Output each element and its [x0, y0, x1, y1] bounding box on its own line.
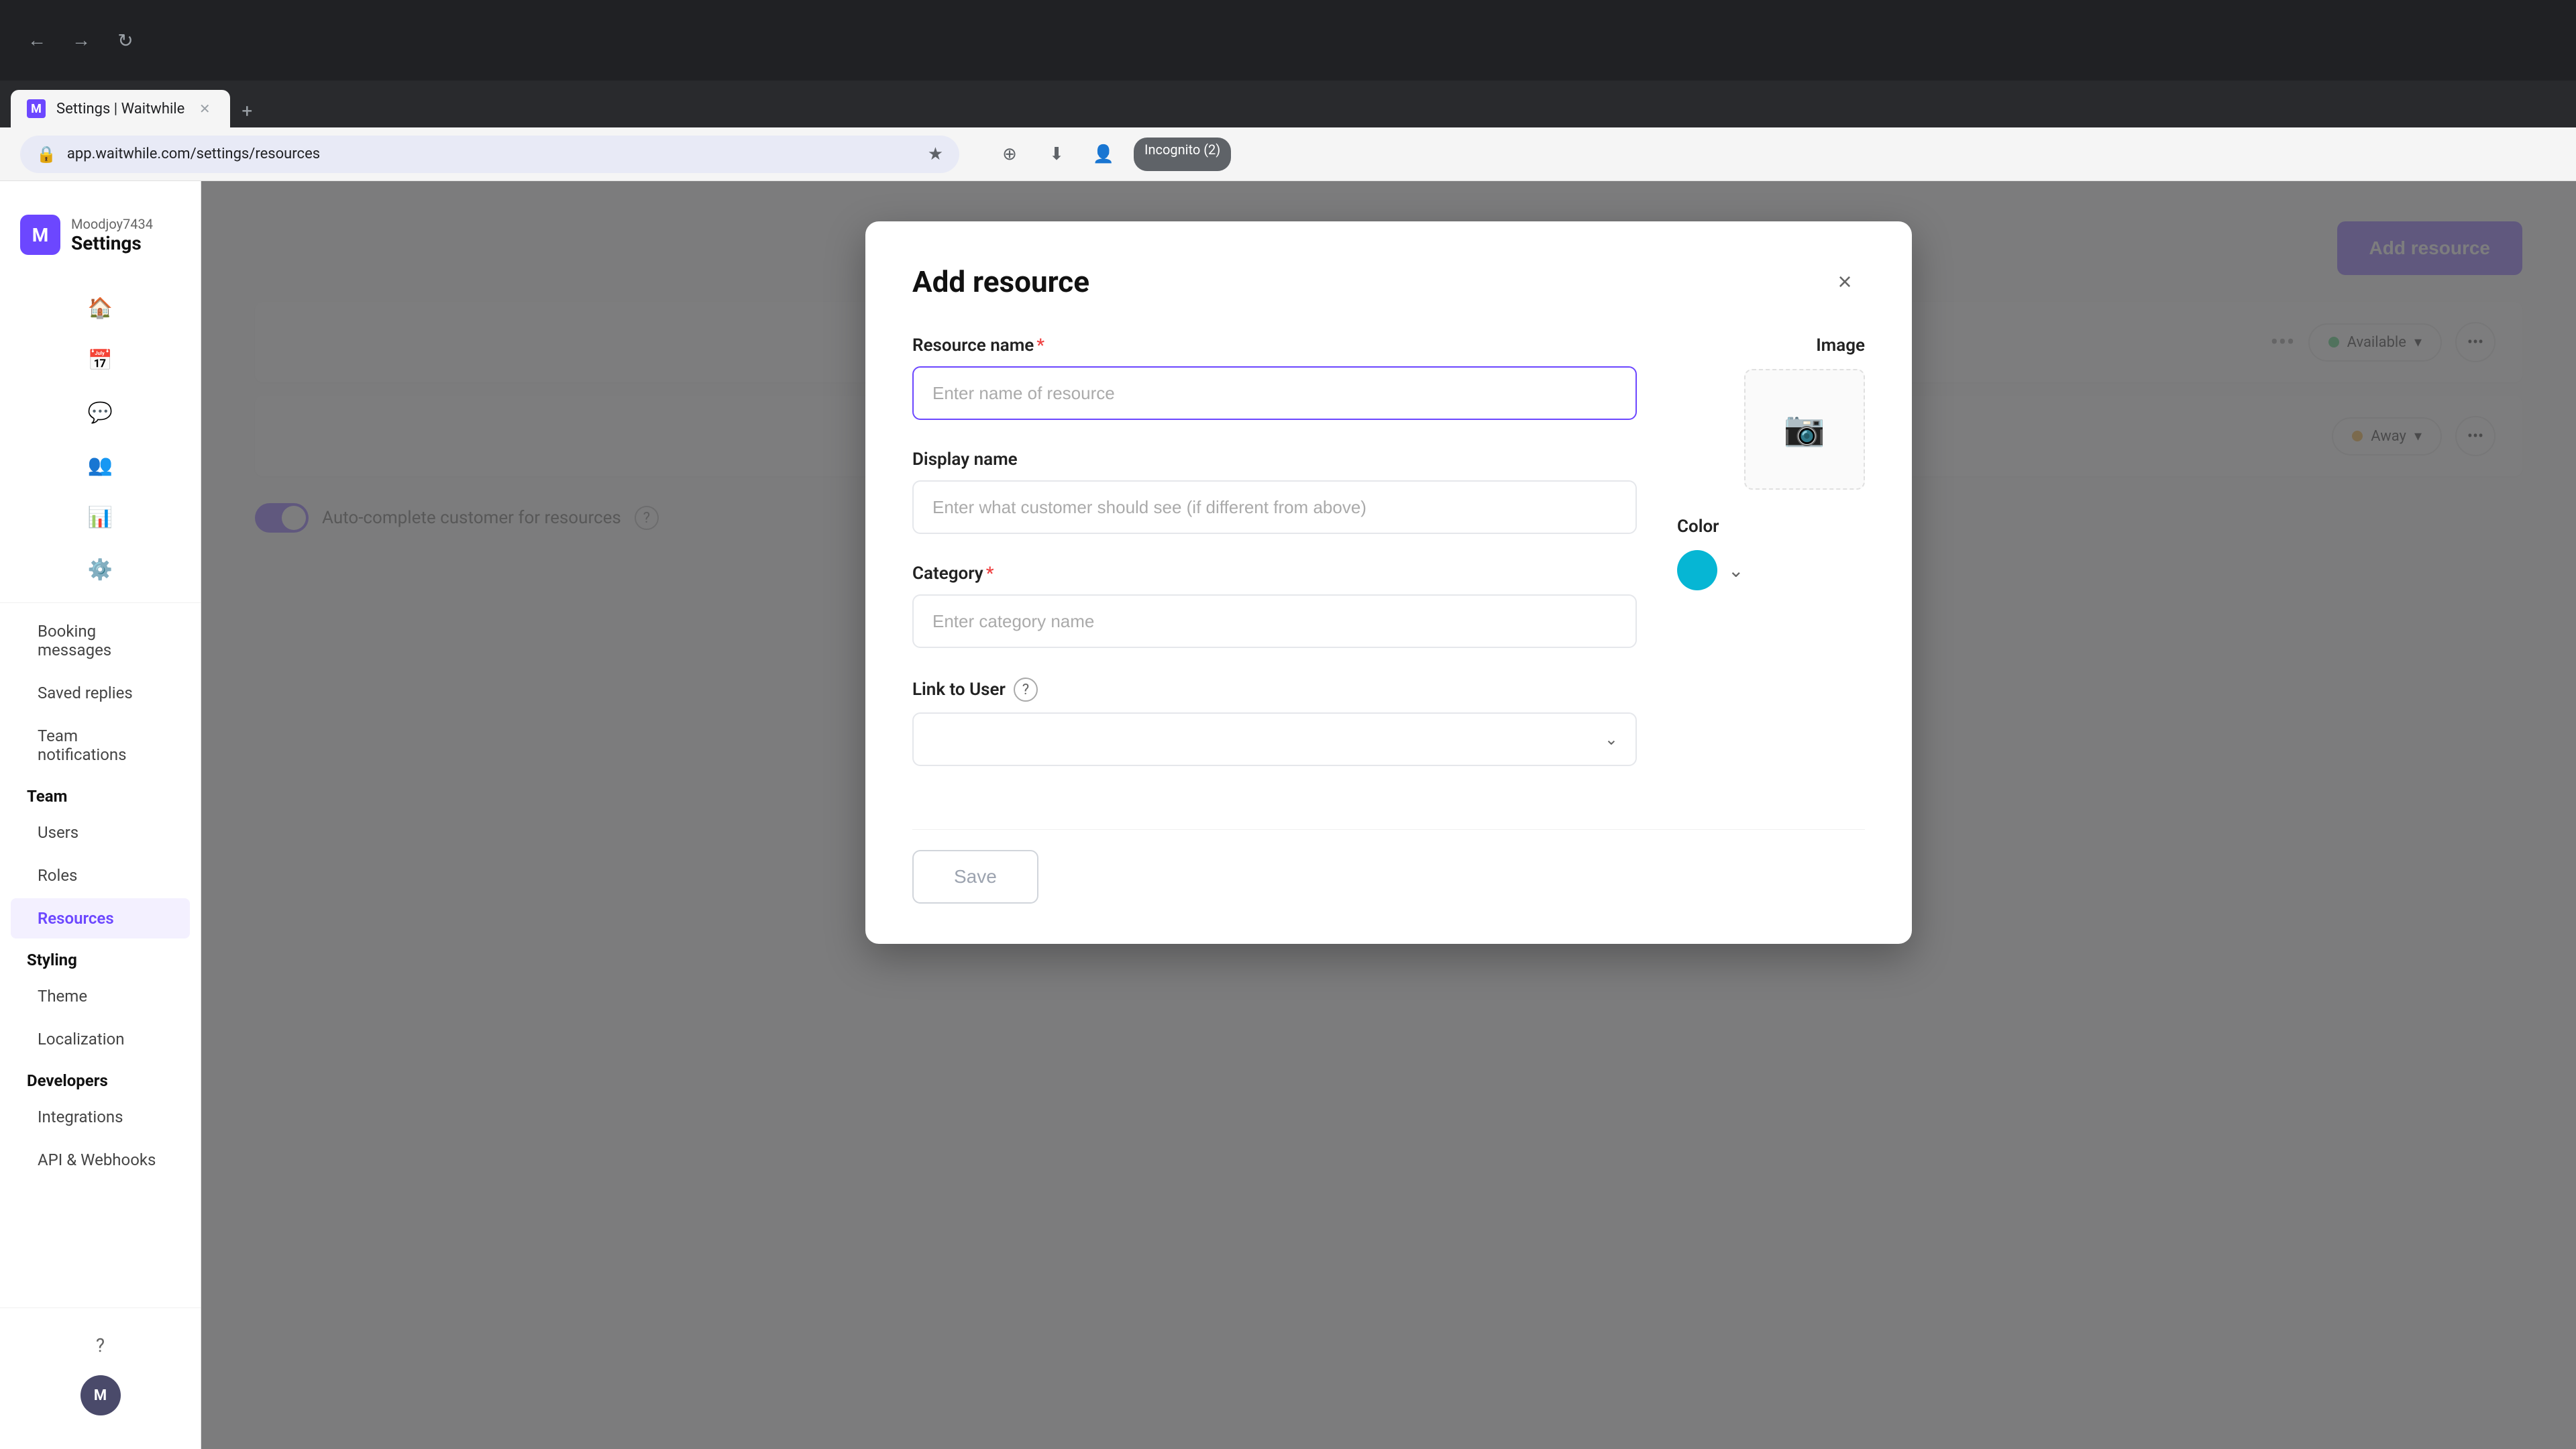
modal-body: Resource name* Display name Ca: [912, 335, 1865, 796]
sidebar-users-icon[interactable]: 👥: [77, 441, 124, 488]
category-group: Category*: [912, 564, 1637, 648]
link-to-user-label: Link to User: [912, 680, 1006, 700]
profile-icon[interactable]: 👤: [1087, 138, 1120, 171]
modal-right-panel: Image 📷 Color ⌄: [1677, 335, 1865, 796]
incognito-badge: Incognito (2): [1134, 138, 1231, 171]
sidebar-help-icon[interactable]: ?: [77, 1322, 124, 1368]
resource-name-group: Resource name*: [912, 335, 1637, 420]
color-chevron-icon[interactable]: ⌄: [1728, 559, 1743, 582]
sidebar-styling-section-label: Styling: [0, 940, 201, 975]
sidebar-header: M Moodjoy7434 Settings: [0, 201, 201, 268]
display-name-input[interactable]: [912, 480, 1637, 534]
resource-name-input[interactable]: [912, 366, 1637, 420]
modal-close-button[interactable]: ×: [1825, 262, 1865, 302]
category-label: Category*: [912, 564, 1637, 584]
sidebar-item-integrations[interactable]: Integrations: [11, 1097, 190, 1137]
sidebar-analytics-icon[interactable]: 📊: [77, 494, 124, 541]
link-to-user-select-wrapper: ⌄: [912, 712, 1637, 766]
image-upload-box[interactable]: 📷: [1744, 369, 1865, 490]
link-to-user-label-row: Link to User ?: [912, 678, 1637, 702]
sidebar-home-icon[interactable]: 🏠: [77, 284, 124, 331]
sidebar: M Moodjoy7434 Settings 🏠 📅 💬 👥 📊 ⚙️ Book…: [0, 181, 201, 1449]
image-label: Image: [1677, 335, 1865, 356]
sidebar-item-localization[interactable]: Localization: [11, 1019, 190, 1059]
color-label: Color: [1677, 517, 1865, 537]
back-button[interactable]: ←: [20, 23, 54, 57]
tab-title: Settings | Waitwhile: [56, 101, 184, 117]
reload-button[interactable]: ↻: [109, 23, 142, 57]
color-swatch[interactable]: [1677, 550, 1717, 590]
sidebar-item-resources[interactable]: Resources: [11, 898, 190, 938]
active-tab[interactable]: M Settings | Waitwhile ✕: [11, 90, 230, 127]
sidebar-team-section-label: Team: [0, 776, 201, 811]
sidebar-item-roles[interactable]: Roles: [11, 855, 190, 896]
camera-icon: 📷: [1784, 410, 1825, 449]
link-to-user-group: Link to User ? ⌄: [912, 678, 1637, 766]
sidebar-item-team-notifications[interactable]: Team notifications: [11, 716, 190, 775]
sidebar-bottom: ? M: [0, 1307, 201, 1429]
sidebar-item-theme[interactable]: Theme: [11, 976, 190, 1016]
sidebar-item-api-webhooks[interactable]: API & Webhooks: [11, 1140, 190, 1180]
image-section: Image 📷: [1677, 335, 1865, 490]
category-input[interactable]: [912, 594, 1637, 648]
main-content: Add resource ••• Available ▾ ••• Away ▾ …: [201, 181, 2576, 1449]
sidebar-item-users[interactable]: Users: [11, 812, 190, 853]
resource-name-label: Resource name*: [912, 335, 1637, 356]
link-to-user-help-icon[interactable]: ?: [1014, 678, 1038, 702]
sidebar-developers-section-label: Developers: [0, 1061, 201, 1095]
link-to-user-select[interactable]: [912, 712, 1637, 766]
modal-overlay: Add resource × Resource name*: [201, 181, 2576, 1449]
app-layout: M Moodjoy7434 Settings 🏠 📅 💬 👥 📊 ⚙️ Book…: [0, 181, 2576, 1449]
sidebar-item-saved-replies[interactable]: Saved replies: [11, 673, 190, 713]
app-avatar: M: [20, 215, 60, 255]
sidebar-app-title: Settings: [71, 232, 153, 254]
display-name-label: Display name: [912, 449, 1637, 470]
browser-chrome: ← → ↻: [0, 0, 2576, 80]
sidebar-item-booking-messages[interactable]: Booking messages: [11, 611, 190, 670]
toolbar-icons: ⊕ ⬇ 👤 Incognito (2): [993, 138, 1231, 171]
omnibox-row: 🔒 app.waitwhile.com/settings/resources ★…: [0, 127, 2576, 181]
url-display: app.waitwhile.com/settings/resources: [67, 146, 917, 162]
modal-footer: Save: [912, 829, 1865, 904]
modal-header: Add resource ×: [912, 262, 1865, 302]
color-section: Color ⌄: [1677, 517, 1865, 590]
tab-bar: M Settings | Waitwhile ✕ +: [0, 80, 2576, 127]
nav-buttons: ← → ↻: [20, 23, 142, 57]
save-button[interactable]: Save: [912, 850, 1038, 904]
sidebar-calendar-icon[interactable]: 📅: [77, 337, 124, 384]
sidebar-chat-icon[interactable]: 💬: [77, 389, 124, 436]
color-picker-row: ⌄: [1677, 550, 1865, 590]
forward-button[interactable]: →: [64, 23, 98, 57]
sidebar-nav-icons: 🏠 📅 💬 👥 📊 ⚙️: [0, 275, 201, 603]
sidebar-user-avatar[interactable]: M: [80, 1375, 121, 1415]
tab-close-button[interactable]: ✕: [195, 99, 214, 118]
bookmark-icon[interactable]: ⊕: [993, 138, 1026, 171]
tab-favicon: M: [27, 99, 46, 118]
download-icon[interactable]: ⬇: [1040, 138, 1073, 171]
new-tab-button[interactable]: +: [230, 94, 264, 127]
omnibox[interactable]: 🔒 app.waitwhile.com/settings/resources ★: [20, 136, 959, 173]
display-name-group: Display name: [912, 449, 1637, 534]
sidebar-username: Moodjoy7434: [71, 216, 153, 232]
modal-form: Resource name* Display name Ca: [912, 335, 1637, 796]
add-resource-modal: Add resource × Resource name*: [865, 221, 1912, 944]
modal-title: Add resource: [912, 264, 1089, 299]
sidebar-settings-icon[interactable]: ⚙️: [77, 546, 124, 593]
